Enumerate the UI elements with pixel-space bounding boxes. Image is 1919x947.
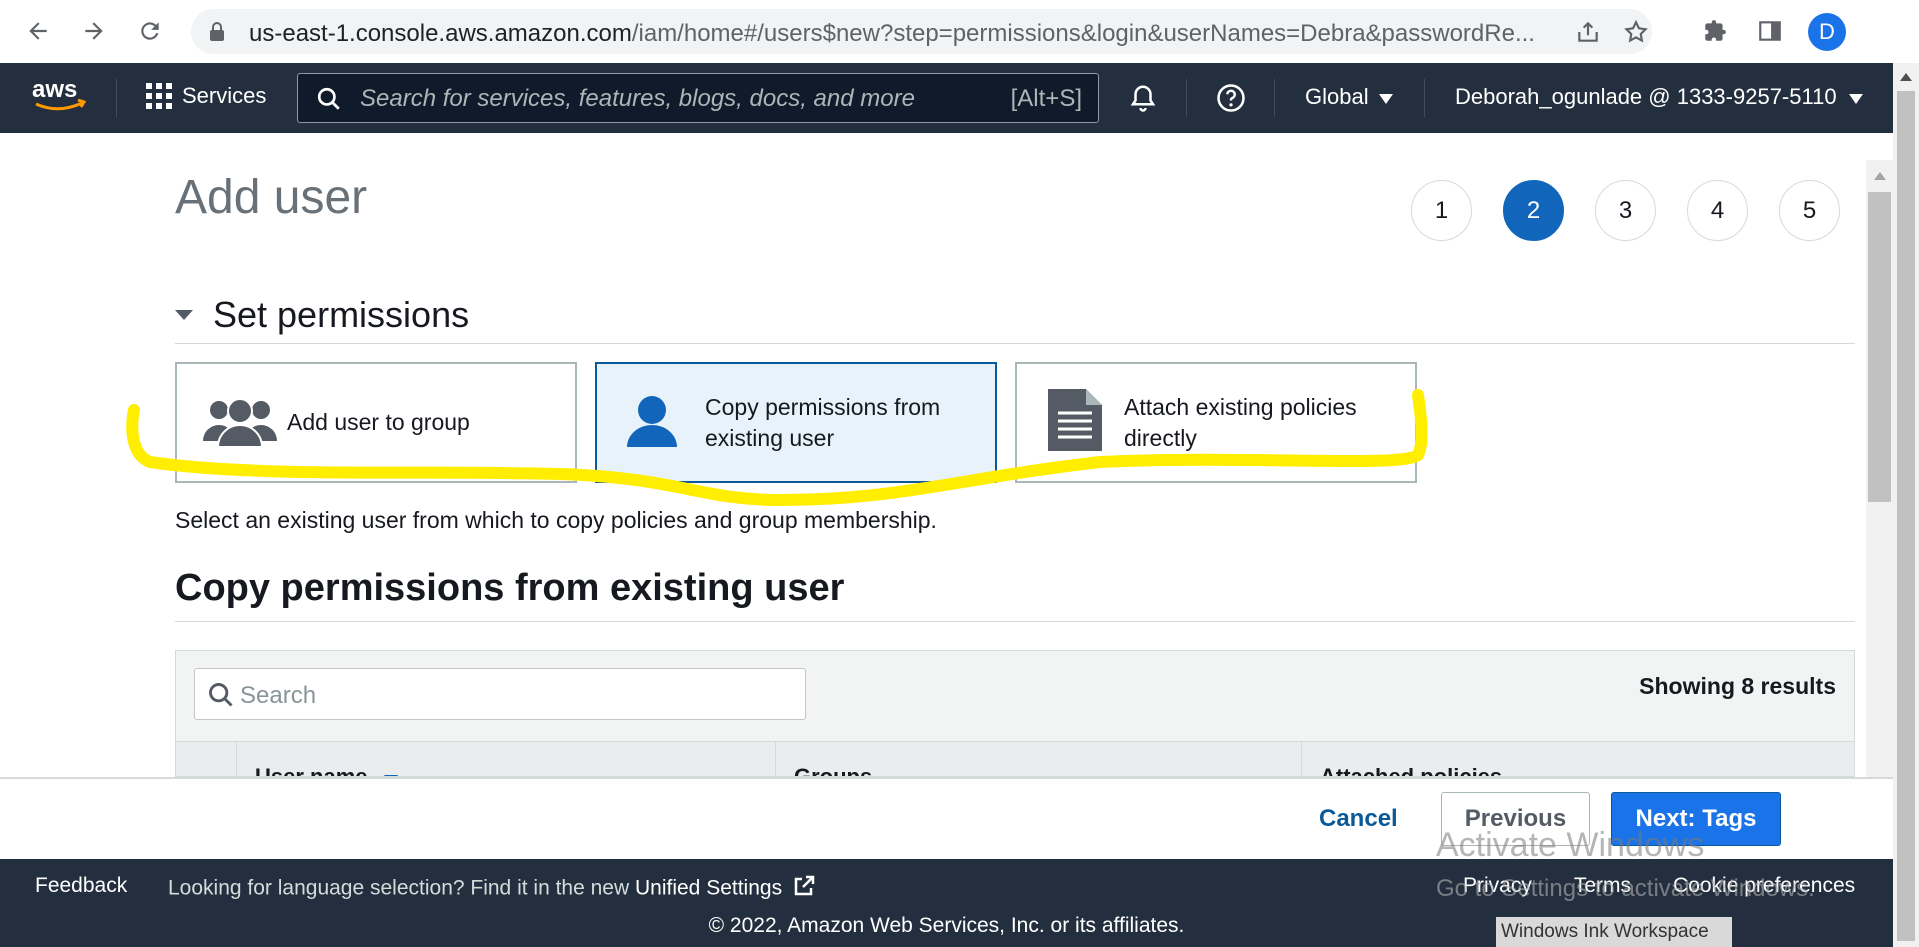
users-table: Search Showing 8 results User name Group… [175,650,1855,777]
divider [175,343,1855,344]
services-menu[interactable]: Services [146,83,266,109]
grid-icon [146,83,172,109]
bell-icon[interactable] [1128,83,1158,118]
account-label: Deborah_ogunlade @ 1333-9257-5110 [1455,84,1837,109]
divider [175,621,1855,622]
page-scrollbar[interactable] [1893,63,1919,947]
profile-avatar[interactable]: D [1808,13,1846,51]
services-label: Services [182,83,267,108]
search-icon [316,86,342,117]
caret-down-icon [1378,84,1393,110]
table-header: User name Groups Attached policies [176,741,1854,776]
aws-logo[interactable]: aws [30,75,90,120]
table-search-placeholder: Search [240,682,317,709]
region-selector[interactable]: Global [1305,84,1393,110]
scroll-thumb[interactable] [1868,192,1891,502]
forward-icon[interactable] [76,13,112,49]
option-copy-permissions[interactable]: Copy permissions from existing user [595,362,997,483]
content-scrollbar[interactable] [1866,160,1893,777]
search-placeholder: Search for services, features, blogs, do… [360,85,915,112]
document-icon [1048,389,1102,456]
unified-settings-link[interactable]: Unified Settings [635,877,782,900]
divider [1274,79,1275,117]
step-indicator: 1 2 3 4 5 [1411,180,1840,241]
side-panel-icon[interactable] [1752,13,1788,49]
browser-toolbar: us-east-1.console.aws.amazon.com/iam/hom… [0,0,1919,63]
aws-search-input[interactable]: Search for services, features, blogs, do… [297,73,1099,123]
search-shortcut: [Alt+S] [1010,85,1082,112]
search-icon [207,681,235,714]
region-label: Global [1305,84,1369,109]
step-2[interactable]: 2 [1503,180,1564,241]
divider [116,79,117,117]
external-link-icon [792,874,816,904]
url-text: us-east-1.console.aws.amazon.com/iam/hom… [249,20,1535,47]
column-attached-policies[interactable]: Attached policies [1301,742,1854,776]
step-4[interactable]: 4 [1687,180,1748,241]
column-user-name[interactable]: User name [236,742,785,776]
reload-icon[interactable] [132,13,168,49]
address-bar[interactable]: us-east-1.console.aws.amazon.com/iam/hom… [191,9,1652,54]
activate-windows-title: Activate Windows [1436,826,1705,864]
bookmark-star-icon[interactable] [1623,19,1649,45]
collapse-caret-icon [175,310,193,320]
aws-top-nav: aws Services Search for services, featur… [0,63,1893,133]
page-title: Add user [175,171,368,224]
share-icon[interactable] [1575,19,1601,45]
step-1[interactable]: 1 [1411,180,1472,241]
scroll-up-icon[interactable] [1900,73,1912,81]
activate-windows-subtitle: Go to Settings to activate Windows. [1436,875,1815,902]
extensions-icon[interactable] [1697,13,1733,49]
divider [1186,79,1187,117]
cancel-button[interactable]: Cancel [1319,805,1398,833]
user-icon [625,393,679,452]
table-search-input[interactable]: Search [194,668,806,720]
helper-text: Select an existing user from which to co… [175,507,937,533]
feedback-link[interactable]: Feedback [35,874,127,898]
set-permissions-header[interactable]: Set permissions [175,294,469,336]
account-menu[interactable]: Deborah_ogunlade @ 1333-9257-5110 [1455,84,1863,110]
language-notice: Looking for language selection? Find it … [168,874,816,904]
caret-down-icon [1848,84,1863,110]
divider [1424,79,1425,117]
option-add-user-to-group[interactable]: Add user to group [175,362,577,483]
step-5[interactable]: 5 [1779,180,1840,241]
subsection-title: Copy permissions from existing user [175,567,845,609]
results-count: Showing 8 results [1639,673,1836,699]
windows-ink-workspace-tooltip: Windows Ink Workspace [1496,917,1732,947]
lock-icon [208,22,226,47]
section-title: Set permissions [213,294,470,335]
option-label: Attach existing policies directly [1124,393,1357,451]
option-attach-policies[interactable]: Attach existing policies directly [1015,362,1417,483]
back-icon[interactable] [20,13,56,49]
group-icon [201,393,279,452]
scroll-up-icon[interactable] [1874,172,1886,180]
scroll-thumb[interactable] [1897,91,1915,941]
sort-caret-icon [383,765,398,776]
help-icon[interactable] [1216,83,1246,118]
step-3[interactable]: 3 [1595,180,1656,241]
column-groups[interactable]: Groups [775,742,1301,776]
option-label: Copy permissions from existing user [705,393,941,451]
svg-text:aws: aws [32,76,77,103]
option-label: Add user to group [287,409,470,435]
